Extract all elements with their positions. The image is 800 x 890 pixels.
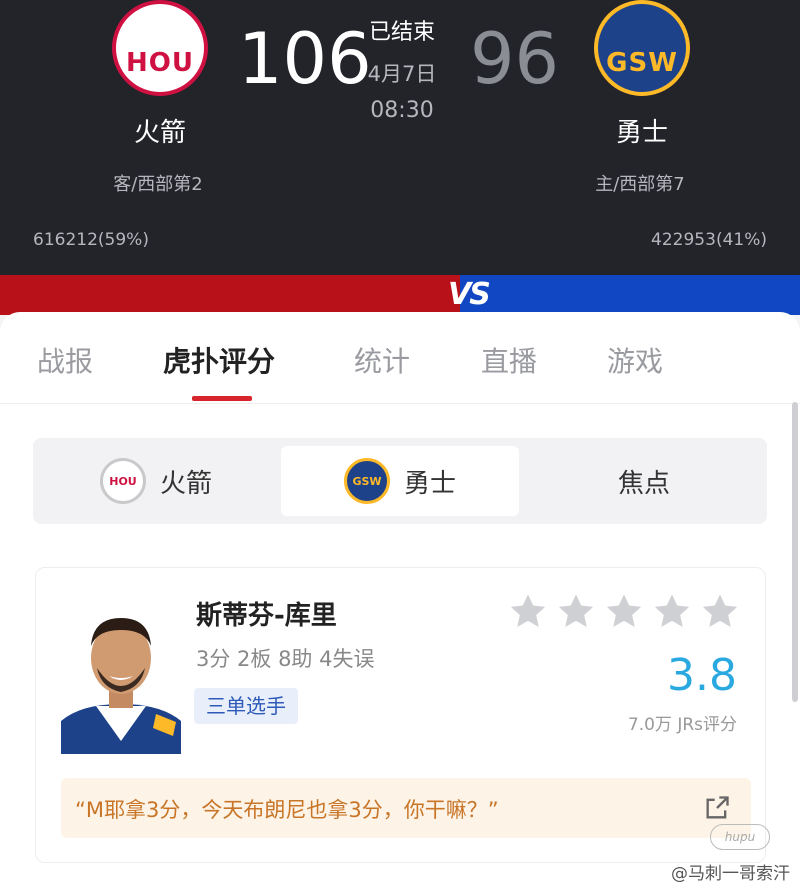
game-time: 08:30	[370, 98, 434, 123]
player-rating-score: 3.8	[667, 650, 737, 701]
tab-stats[interactable]: 统计	[354, 340, 410, 380]
star-icon[interactable]	[604, 592, 644, 632]
top-comment[interactable]: “M耶拿3分，今天布朗尼也拿3分，你干嘛？”	[61, 778, 751, 838]
player-name[interactable]: 斯蒂芬-库里	[196, 595, 337, 632]
warriors-logo-text: GSW	[606, 48, 678, 78]
scoreboard-header: HOU 106 已结束 4月7日 08:30 96 GSW 火箭 勇士 客/西部…	[0, 0, 800, 275]
team-switcher: HOU 火箭 GSW 勇士 焦点	[33, 438, 767, 524]
rockets-logo-text: HOU	[126, 48, 194, 78]
star-rating-input[interactable]	[508, 592, 740, 632]
star-icon[interactable]	[556, 592, 596, 632]
tab-games[interactable]: 游戏	[607, 340, 663, 380]
star-icon[interactable]	[700, 592, 740, 632]
player-stat-line: 3分 2板 8助 4失误	[196, 647, 375, 671]
active-tab-indicator	[192, 396, 252, 401]
tab-hupu-rating[interactable]: 虎扑评分	[163, 340, 275, 380]
share-icon[interactable]	[703, 794, 731, 822]
vs-label: VS	[448, 277, 491, 312]
home-team-name[interactable]: 火箭	[100, 112, 220, 149]
warriors-mini-logo: GSW	[343, 458, 390, 504]
star-icon[interactable]	[652, 592, 692, 632]
home-score: 106	[238, 18, 372, 100]
scrollbar[interactable]	[792, 402, 798, 702]
home-support-bar	[0, 275, 460, 315]
tab-bar: 战报 虎扑评分 统计 直播 游戏	[0, 312, 800, 404]
home-vote-count: 616212(59%)	[33, 230, 149, 250]
away-vote-count: 422953(41%)	[651, 230, 767, 250]
switch-focus[interactable]: 焦点	[521, 446, 767, 516]
warriors-logo[interactable]: GSW	[594, 0, 690, 96]
switch-warriors[interactable]: GSW 勇士	[281, 446, 519, 516]
rating-count: 7.0万 JRs评分	[627, 715, 737, 735]
switch-rockets[interactable]: HOU 火箭	[33, 446, 279, 516]
game-date: 4月7日	[367, 62, 437, 86]
rockets-mini-logo: HOU	[99, 458, 146, 504]
home-team-rank: 客/西部第2	[113, 174, 203, 195]
away-score: 96	[470, 18, 560, 100]
star-icon[interactable]	[508, 592, 548, 632]
away-support-bar	[460, 275, 800, 315]
content-panel: 战报 虎扑评分 统计 直播 游戏 HOU 火箭 GSW 勇士 焦点 斯蒂芬-库里…	[0, 312, 800, 890]
vs-support-bar: VS	[0, 275, 800, 315]
game-status: 已结束	[368, 20, 435, 45]
top-comment-text: “M耶拿3分，今天布朗尼也拿3分，你干嘛？”	[75, 798, 499, 822]
away-team-rank: 主/西部第7	[595, 174, 685, 195]
switch-rockets-label: 火箭	[159, 468, 212, 499]
tab-report[interactable]: 战报	[37, 340, 93, 380]
player-avatar	[61, 596, 181, 754]
rockets-logo[interactable]: HOU	[112, 0, 208, 96]
player-rating-card[interactable]: 斯蒂芬-库里 3分 2板 8助 4失误 三单选手 3.8 7.0万 JRs评分 …	[35, 567, 766, 863]
switch-warriors-label: 勇士	[403, 468, 456, 499]
away-team-name[interactable]: 勇士	[582, 112, 702, 149]
watermark-text: @马刺一哥索汗	[671, 864, 790, 884]
tab-live[interactable]: 直播	[481, 340, 537, 380]
hupu-watermark-logo: hupu	[710, 824, 770, 850]
switch-focus-label: 焦点	[617, 468, 670, 499]
player-tag: 三单选手	[194, 688, 298, 724]
